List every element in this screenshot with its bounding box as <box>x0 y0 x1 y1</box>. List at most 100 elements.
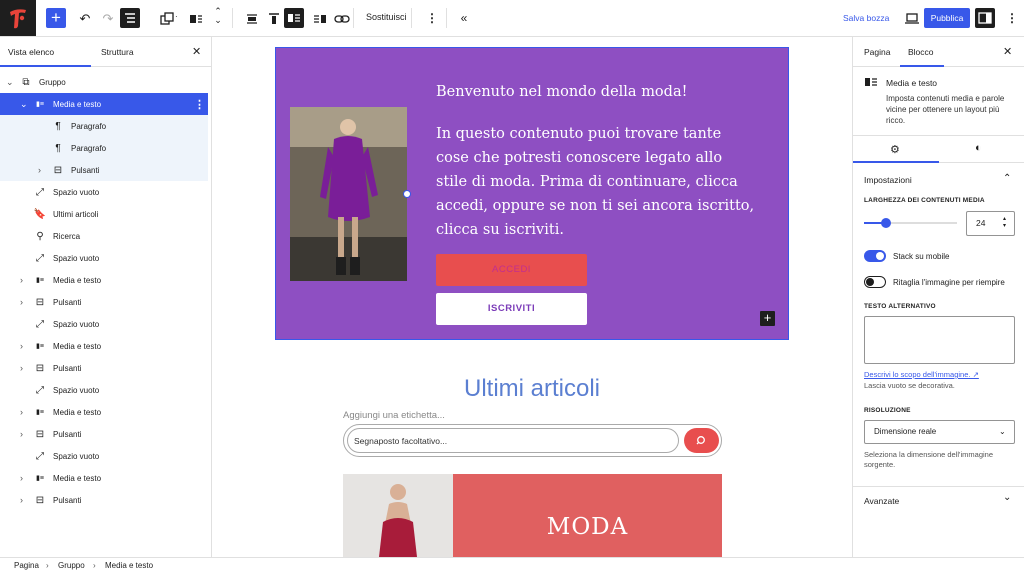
chevron-right-icon[interactable]: › <box>20 495 23 505</box>
moda-image[interactable] <box>343 474 453 557</box>
tree-item[interactable]: 🔖 Ultimi articoli <box>0 203 208 225</box>
chevron-down-icon[interactable]: ⌄ <box>20 99 28 110</box>
media-text-icon <box>190 15 202 23</box>
chevron-right-icon[interactable]: › <box>20 473 23 483</box>
media-text-icon: ▮≡ <box>36 101 44 108</box>
move-up-down-icon[interactable]: ⌃ ⌄ <box>206 4 230 28</box>
search-label[interactable]: Aggiungi una etichetta... <box>343 410 445 421</box>
media-width-input[interactable]: 24 ▴ ▾ <box>966 211 1015 236</box>
chevron-right-icon[interactable]: › <box>20 297 23 307</box>
tab-list-view[interactable]: Vista elenco <box>8 47 54 57</box>
link-button[interactable] <box>330 7 354 31</box>
chevron-right-icon[interactable]: › <box>38 165 41 175</box>
advanced-section-title[interactable]: Avanzate <box>864 496 899 506</box>
tree-item[interactable]: ⤢ Spazio vuoto <box>0 379 208 401</box>
media-text-block[interactable]: Benvenuto nel mondo della moda! In quest… <box>275 47 789 340</box>
add-block-inline-button[interactable]: + <box>760 311 775 326</box>
chevron-right-icon[interactable]: › <box>20 275 23 285</box>
breadcrumb-item[interactable]: Gruppo <box>58 561 85 570</box>
chevron-right-icon: › <box>46 561 49 570</box>
vertical-align-icon[interactable] <box>262 7 286 31</box>
tree-item[interactable]: ⤢ Spazio vuoto <box>0 247 208 269</box>
chevron-down-icon[interactable]: ⌄ <box>1003 492 1011 503</box>
crop-image-toggle[interactable] <box>864 276 886 288</box>
media-right-button[interactable] <box>308 7 332 31</box>
moda-title[interactable]: MODA <box>453 514 722 540</box>
media-text-paragraph[interactable]: In questo contenuto puoi trovare tante c… <box>436 122 756 242</box>
tree-item[interactable]: › ⊟ Pulsanti <box>0 291 208 313</box>
media-left-button[interactable] <box>284 8 304 28</box>
replace-button[interactable]: Sostituisci <box>366 12 407 22</box>
slider-thumb[interactable] <box>881 218 892 228</box>
tab-structure[interactable]: Struttura <box>101 47 134 57</box>
tree-item[interactable]: ⤢ Spazio vuoto <box>0 181 208 203</box>
resolution-select[interactable]: Dimensione reale ⌄ <box>864 420 1015 444</box>
stack-mobile-toggle[interactable] <box>864 250 886 262</box>
search-input[interactable]: Segnaposto facoltativo... <box>347 428 679 453</box>
tree-item[interactable]: ⤢ Spazio vuoto <box>0 313 208 335</box>
tree-item[interactable]: › ▮≡ Media e testo <box>0 335 208 357</box>
desktop-icon <box>905 13 919 24</box>
stepper-icon[interactable]: ▴ ▾ <box>1003 216 1006 230</box>
undo-icon[interactable]: ↶ <box>73 7 97 31</box>
fashion-image[interactable] <box>290 107 407 281</box>
chevron-right-icon[interactable]: › <box>20 407 23 417</box>
breadcrumb-item[interactable]: Media e testo <box>105 561 153 570</box>
active-tab-indicator <box>900 65 944 67</box>
moda-cover[interactable]: MODA <box>453 474 722 557</box>
tree-item[interactable]: ⤢ Spazio vuoto <box>0 445 208 467</box>
chevron-right-icon[interactable]: › <box>20 341 23 351</box>
media-text-block-button[interactable] <box>184 7 208 31</box>
paragraph-icon: ¶ <box>55 142 61 154</box>
chevron-right-icon[interactable]: › <box>20 363 23 373</box>
tree-item[interactable]: ⌄ ▮≡ Media e testo ⋮ <box>0 93 208 115</box>
tree-item[interactable]: ⌄ ⧉ Gruppo <box>0 71 208 93</box>
close-icon[interactable]: ✕ <box>1003 45 1012 58</box>
contrast-icon[interactable]: ◐ <box>975 142 982 154</box>
tab-page[interactable]: Pagina <box>864 47 890 57</box>
preview-button[interactable] <box>900 7 924 31</box>
site-logo[interactable] <box>0 0 36 36</box>
settings-toggle-button[interactable] <box>975 8 995 28</box>
tab-block[interactable]: Blocco <box>908 47 934 57</box>
tree-item-label: Ricerca <box>53 231 81 241</box>
login-button[interactable]: ACCEDI <box>436 254 587 286</box>
tree-item[interactable]: › ⊟ Pulsanti <box>0 489 208 511</box>
gear-icon[interactable]: ⚙ <box>890 143 900 156</box>
breadcrumb-item[interactable]: Pagina <box>14 561 39 570</box>
tree-item[interactable]: › ▮≡ Media e testo <box>0 269 208 291</box>
tree-item[interactable]: › ⊟ Pulsanti <box>0 423 208 445</box>
tree-item[interactable]: › ▮≡ Media e testo <box>0 401 208 423</box>
media-width-slider[interactable] <box>864 218 957 228</box>
publish-button[interactable]: Pubblica <box>924 8 970 28</box>
tree-item[interactable]: ¶ Paragrafo <box>0 115 208 137</box>
alt-text-input[interactable] <box>864 316 1015 364</box>
chevron-up-icon[interactable]: ⌃ <box>1003 173 1011 184</box>
options-icon[interactable]: ⋮ <box>420 6 444 30</box>
latest-posts-title[interactable]: Ultimi articoli <box>212 375 852 403</box>
chevron-right-icon[interactable]: › <box>20 429 23 439</box>
add-block-button[interactable]: + <box>46 8 66 28</box>
buttons-icon: ⊟ <box>35 296 45 308</box>
resize-handle[interactable] <box>403 190 411 198</box>
alt-text-help-link[interactable]: Descrivi lo scopo dell'immagine. ↗ <box>864 370 979 379</box>
more-options-icon[interactable]: ⋮ <box>1000 6 1024 30</box>
media-text-heading[interactable]: Benvenuto nel mondo della moda! <box>436 84 766 100</box>
align-icon[interactable] <box>240 7 264 31</box>
tree-item[interactable]: ¶ Paragrafo <box>0 137 208 159</box>
tree-item[interactable]: ⚲ Ricerca <box>0 225 208 247</box>
tree-item[interactable]: › ⊟ Pulsanti <box>0 357 208 379</box>
save-draft-button[interactable]: Salva bozza <box>843 13 889 23</box>
search-button[interactable] <box>684 428 719 453</box>
collapse-toolbar-icon[interactable]: « <box>452 6 476 30</box>
settings-section-title[interactable]: Impostazioni <box>864 175 912 185</box>
drag-handle-icon[interactable]: · <box>175 12 178 21</box>
close-icon[interactable]: ✕ <box>192 45 201 58</box>
signup-button[interactable]: ISCRIVITI <box>436 293 587 325</box>
chevron-down-icon[interactable]: ⌄ <box>6 77 14 88</box>
options-icon[interactable]: ⋮ <box>194 98 205 111</box>
redo-icon[interactable]: ↷ <box>96 7 120 31</box>
tree-item[interactable]: › ⊟ Pulsanti <box>0 159 208 181</box>
tree-item[interactable]: › ▮≡ Media e testo <box>0 467 208 489</box>
document-overview-button[interactable] <box>120 8 140 28</box>
